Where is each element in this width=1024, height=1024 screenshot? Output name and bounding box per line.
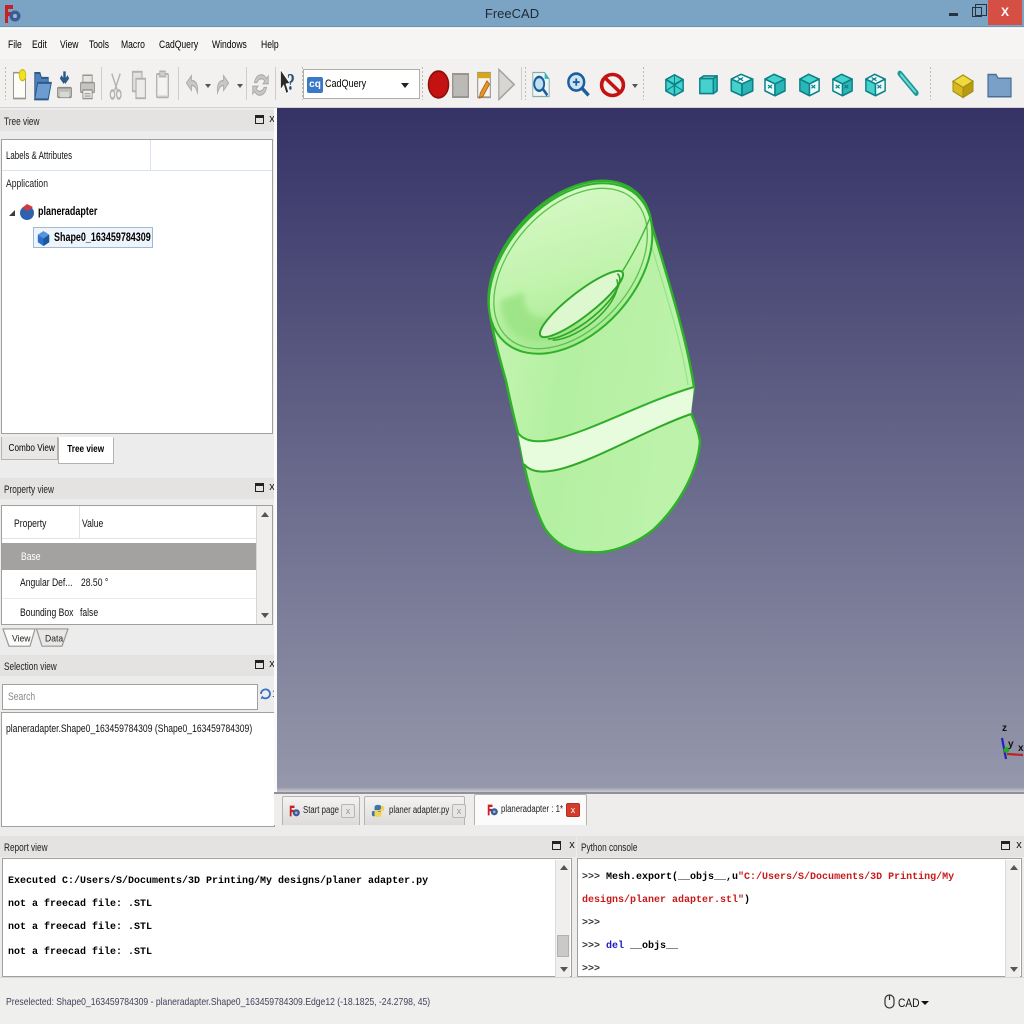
svg-text:x: x <box>1018 743 1024 754</box>
svg-text:y: y <box>1008 739 1014 750</box>
svg-text:View: View <box>12 633 31 644</box>
svg-text:z: z <box>1002 723 1007 734</box>
svg-text:?: ? <box>287 70 295 96</box>
svg-text:Data: Data <box>45 633 64 644</box>
